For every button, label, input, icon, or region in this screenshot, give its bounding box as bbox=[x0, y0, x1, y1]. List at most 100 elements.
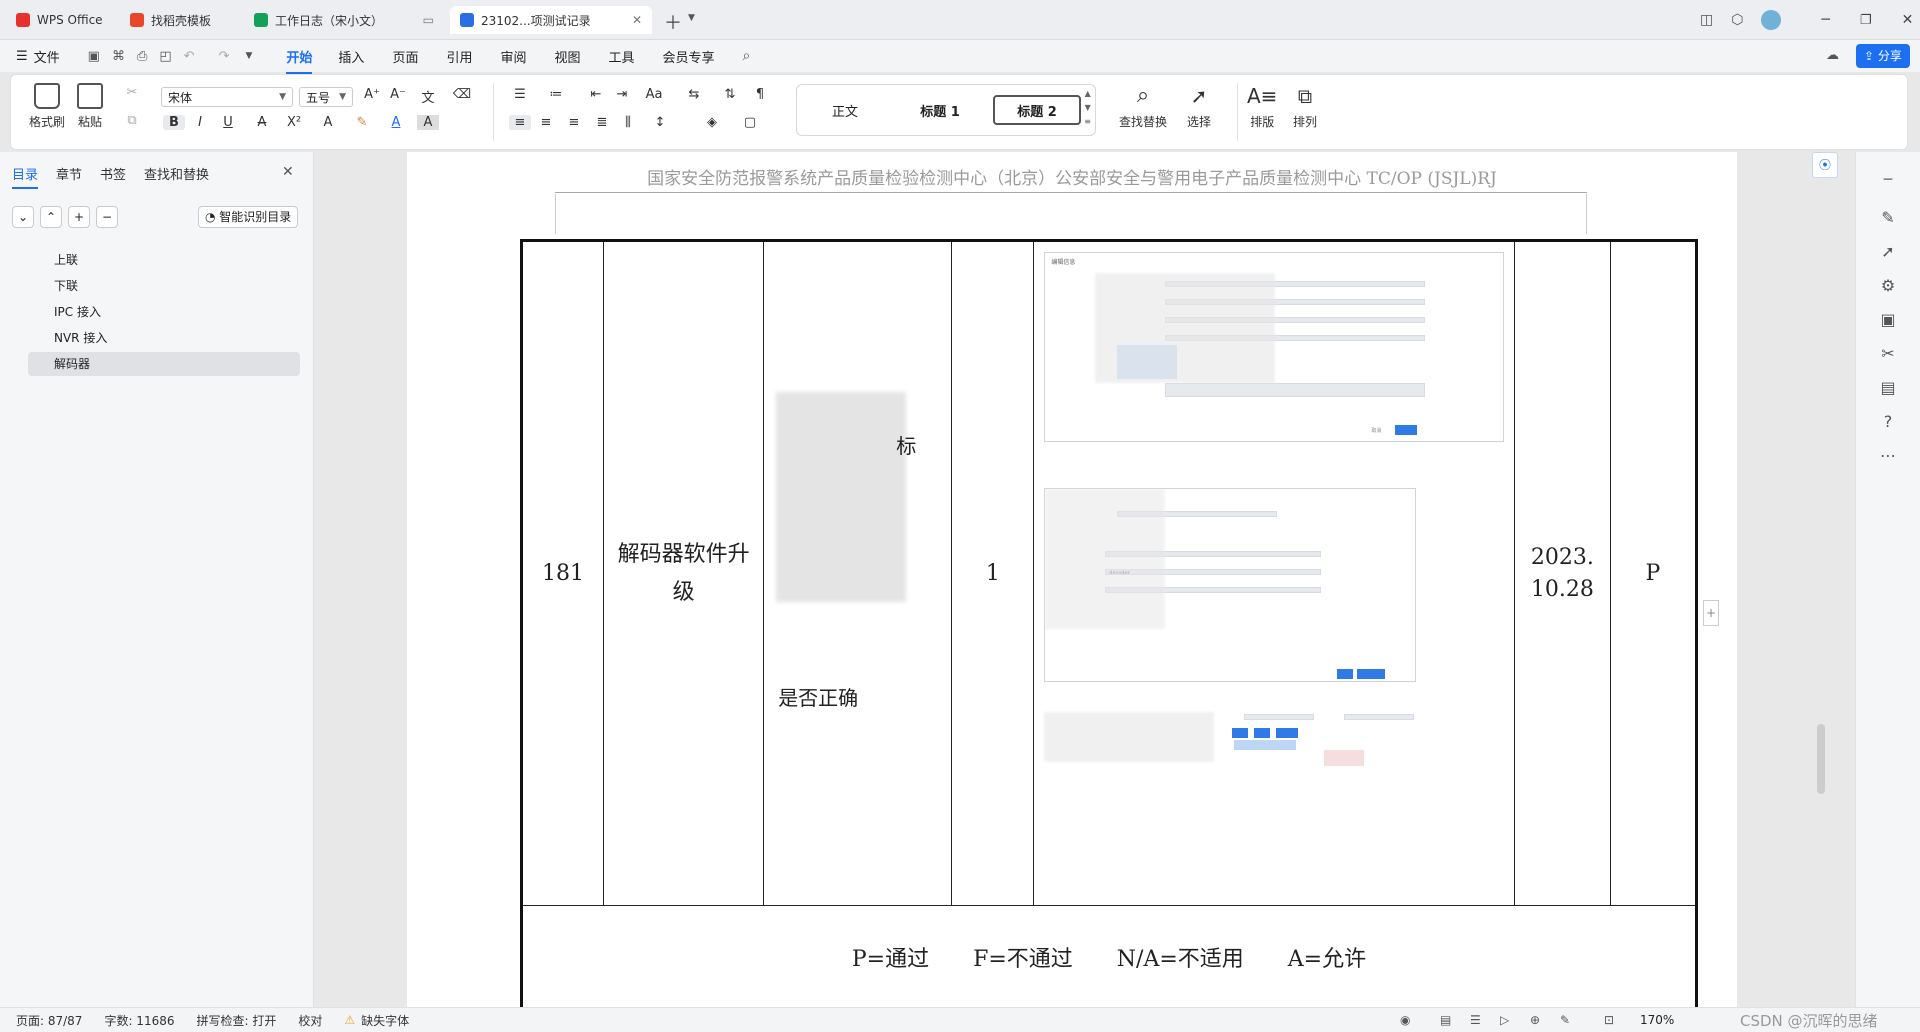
layout-button[interactable]: A≡ 排版 bbox=[1247, 83, 1277, 130]
monitor-icon[interactable]: ▭ bbox=[423, 13, 434, 27]
tools-icon[interactable]: ✂ bbox=[1876, 344, 1900, 368]
book-icon[interactable]: ▤ bbox=[1876, 378, 1900, 402]
collapse-up-icon[interactable]: ⌃ bbox=[40, 206, 62, 228]
cell-number[interactable]: 181 bbox=[520, 240, 605, 906]
zoom-level[interactable]: 170% bbox=[1640, 1013, 1674, 1027]
cell-method[interactable]: 标 是否正确 bbox=[763, 240, 953, 906]
location-pin-icon[interactable]: ⦿ bbox=[1812, 152, 1838, 178]
arrange-button[interactable]: ⧉ 排列 bbox=[1293, 83, 1317, 130]
border-icon[interactable]: ▢ bbox=[739, 115, 761, 130]
align-right-icon[interactable]: ≡ bbox=[563, 115, 585, 130]
justify-icon[interactable]: ≣ bbox=[591, 115, 613, 130]
tab-bookmark[interactable]: 书签 bbox=[100, 164, 126, 183]
menu-page[interactable]: 页面 bbox=[378, 47, 432, 66]
sort-icon[interactable]: ⇅ bbox=[719, 87, 741, 102]
outdent-icon[interactable]: ⇤ bbox=[585, 87, 607, 102]
document-page[interactable]: 国家安全防范报警系统产品质量检验检测中心（北京）公安部安全与警用电子产品质量检测… bbox=[407, 152, 1737, 1007]
pen-icon[interactable]: ✎ bbox=[1876, 208, 1900, 232]
spell-check-toggle[interactable]: 拼写检查: 打开 bbox=[197, 1012, 277, 1029]
toc-item[interactable]: 上联 bbox=[28, 248, 300, 272]
proofread-button[interactable]: 校对 bbox=[298, 1012, 322, 1029]
bold-button[interactable]: B bbox=[163, 115, 185, 130]
fit-page-icon[interactable]: ⊡ bbox=[1604, 1013, 1614, 1027]
style-heading-1[interactable]: 标题 1 bbox=[895, 95, 985, 125]
text-effect-icon[interactable]: A bbox=[317, 115, 339, 130]
web-view-icon[interactable]: ⊕ bbox=[1530, 1013, 1540, 1027]
shading-icon[interactable]: ◈ bbox=[701, 115, 723, 130]
font-size-select[interactable]: 五号 ▼ bbox=[299, 87, 353, 107]
outline-view-icon[interactable]: ☰ bbox=[1470, 1013, 1481, 1027]
share-button[interactable]: ⇪ 分享 bbox=[1856, 44, 1910, 68]
menu-tools[interactable]: 工具 bbox=[595, 47, 649, 66]
tab-document-active[interactable]: 23102...项测试记录 ✕ bbox=[450, 6, 652, 34]
superscript-button[interactable]: X² bbox=[283, 115, 305, 130]
align-center-icon[interactable]: ≡ bbox=[535, 115, 557, 130]
pen-mode-icon[interactable]: ✎ bbox=[1560, 1013, 1570, 1027]
avatar[interactable] bbox=[1761, 10, 1782, 30]
eye-icon[interactable]: ◉ bbox=[1400, 1013, 1410, 1027]
cell-result[interactable]: P bbox=[1609, 240, 1698, 906]
cell-date[interactable]: 2023. 10.28 bbox=[1513, 240, 1611, 906]
minimize-icon[interactable]: ─ bbox=[1821, 12, 1829, 28]
shrink-font-icon[interactable]: A⁻ bbox=[387, 87, 409, 102]
add-level-icon[interactable]: + bbox=[68, 206, 90, 228]
menu-insert[interactable]: 插入 bbox=[324, 47, 378, 66]
undo-icon[interactable]: ↶ bbox=[184, 49, 195, 64]
adjust-icon[interactable]: ⚙ bbox=[1876, 276, 1900, 300]
text-direction-icon[interactable]: ⇆ bbox=[683, 87, 705, 102]
expand-down-icon[interactable]: ⌄ bbox=[12, 206, 34, 228]
cell-count[interactable]: 1 bbox=[951, 240, 1035, 906]
distribute-icon[interactable]: ⫼ bbox=[617, 115, 639, 130]
save-icon[interactable]: ▣ bbox=[88, 49, 100, 64]
close-tab-icon[interactable]: ✕ bbox=[632, 13, 642, 27]
hamburger-icon[interactable]: ☰ bbox=[16, 49, 28, 64]
legend-cell[interactable]: P=通过 F=不通过 N/A=不适用 A=允许 bbox=[521, 905, 1697, 1007]
menu-home[interactable]: 开始 bbox=[274, 47, 324, 74]
toc-item[interactable]: IPC 接入 bbox=[28, 300, 300, 324]
menu-view[interactable]: 视图 bbox=[540, 47, 594, 66]
restore-icon[interactable]: ❐ bbox=[1860, 13, 1872, 28]
bullet-list-icon[interactable]: ☰ bbox=[509, 87, 531, 102]
tab-worklog[interactable]: 工作日志（宋小文） ▭ bbox=[244, 6, 444, 34]
chevron-down-icon[interactable]: ▼ bbox=[688, 13, 695, 23]
copy-icon[interactable]: ⧉ bbox=[121, 113, 143, 128]
redo-icon[interactable]: ↷ bbox=[219, 49, 230, 64]
italic-button[interactable]: I bbox=[189, 115, 211, 130]
page-view-icon[interactable]: ▤ bbox=[1440, 1013, 1451, 1027]
tab-wps-office[interactable]: WPS Office bbox=[6, 6, 114, 34]
menu-member[interactable]: 会员专享 bbox=[649, 47, 729, 66]
close-window-icon[interactable]: ✕ bbox=[1902, 12, 1914, 28]
menu-reference[interactable]: 引用 bbox=[432, 47, 486, 66]
close-pane-icon[interactable]: ✕ bbox=[282, 164, 294, 180]
cell-screenshots[interactable]: 编辑信息 取消 bbox=[1033, 240, 1515, 906]
image-edit-icon[interactable]: ▣ bbox=[1876, 310, 1900, 334]
font-color-icon[interactable]: A bbox=[385, 115, 407, 130]
clear-format-icon[interactable]: ⌫ bbox=[451, 87, 473, 102]
minus-icon[interactable]: ─ bbox=[1876, 172, 1900, 196]
more-chevron-icon[interactable]: ▼ bbox=[245, 51, 252, 61]
missing-font-button[interactable]: 缺失字体 bbox=[361, 1012, 409, 1029]
find-replace-button[interactable]: ⌕ 查找替换 bbox=[1119, 83, 1167, 130]
cloud-icon[interactable]: ☁ bbox=[1826, 48, 1839, 63]
cube-icon[interactable]: ⬡ bbox=[1731, 12, 1743, 28]
toc-item[interactable]: NVR 接入 bbox=[28, 326, 300, 350]
vertical-scrollbar[interactable] bbox=[1817, 724, 1825, 794]
line-spacing-icon[interactable]: ↕ bbox=[649, 115, 671, 130]
tab-toc[interactable]: 目录 bbox=[12, 164, 39, 189]
format-painter-button[interactable]: 格式刷 bbox=[29, 83, 65, 130]
link-icon[interactable]: ⌘ bbox=[112, 49, 125, 64]
style-scroll-icon[interactable]: ▲ ▼ ≡ bbox=[1084, 87, 1091, 129]
tab-template[interactable]: 找稻壳模板 bbox=[120, 6, 238, 34]
word-count[interactable]: 字数: 11686 bbox=[104, 1012, 174, 1029]
show-marks-icon[interactable]: ¶ bbox=[749, 87, 771, 102]
search-icon[interactable]: ⌕ bbox=[743, 48, 751, 64]
style-normal[interactable]: 正文 bbox=[805, 95, 885, 125]
play-icon[interactable]: ▷ bbox=[1500, 1013, 1509, 1027]
phonetic-icon[interactable]: 文 bbox=[417, 87, 439, 106]
case-icon[interactable]: Aa bbox=[643, 87, 665, 102]
select-button[interactable]: ➚ 选择 bbox=[1187, 83, 1211, 130]
indent-icon[interactable]: ⇥ bbox=[611, 87, 633, 102]
add-column-handle[interactable]: + bbox=[1703, 600, 1719, 626]
toc-item-selected[interactable]: 解码器 bbox=[28, 352, 300, 376]
cut-icon[interactable]: ✂ bbox=[121, 85, 143, 100]
